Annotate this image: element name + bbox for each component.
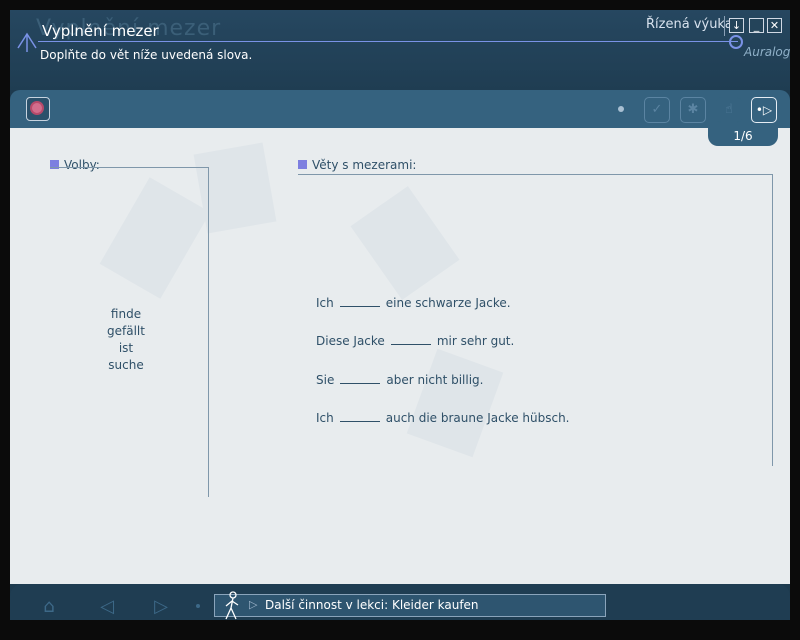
- choice-word[interactable]: gefällt: [70, 323, 182, 340]
- gap-blank[interactable]: [339, 411, 380, 422]
- gap-sentence: Sie aber nicht billig.: [316, 373, 484, 387]
- hint-icon[interactable]: ☝: [716, 97, 742, 123]
- page-title: Vyplnění mezer: [42, 22, 159, 40]
- record-icon: [30, 101, 44, 115]
- divider: [50, 167, 208, 168]
- choice-word[interactable]: suche: [70, 357, 182, 374]
- choices-list: finde gefällt ist suche: [70, 306, 182, 374]
- download-button[interactable]: ↓: [729, 18, 744, 33]
- play-next-icon[interactable]: •▷: [751, 97, 777, 123]
- sentence-start: Ich: [316, 411, 334, 425]
- brand-logo: Auralog: [744, 45, 791, 59]
- choices-label: Volby:: [50, 158, 100, 172]
- divider: [298, 174, 773, 175]
- play-icon: ▷: [249, 598, 258, 611]
- background-watermark: [350, 186, 460, 300]
- status-dot: [196, 604, 200, 608]
- page-indicator: 1/6: [708, 128, 778, 146]
- header-bar: Vyplnění mezer Vyplnění mezer Doplňte do…: [10, 10, 790, 90]
- sentence-start: Diese Jacke: [316, 334, 385, 348]
- progress-knob-icon: [729, 35, 743, 49]
- sentences-label-text: Věty s mezerami:: [312, 158, 417, 172]
- square-bullet-icon: [298, 160, 307, 169]
- header-divider: [38, 41, 738, 42]
- sentence-end: eine schwarze Jacke.: [385, 296, 511, 310]
- minimize-button[interactable]: _: [749, 18, 764, 33]
- gap-sentence: Ich eine schwarze Jacke.: [316, 296, 511, 310]
- check-icon[interactable]: ✓: [644, 97, 670, 123]
- instruction-text: Doplňte do vět níže uvedená slova.: [40, 48, 253, 62]
- gap-sentence: Diese Jacke mir sehr gut.: [316, 334, 514, 348]
- sentences-label: Věty s mezerami:: [298, 158, 416, 172]
- home-icon[interactable]: ⌂: [34, 592, 64, 622]
- sentence-end: auch die braune Jacke hübsch.: [385, 411, 570, 425]
- choices-label-text: Volby:: [64, 158, 100, 172]
- up-arrow-icon: [17, 32, 37, 52]
- gap-sentence: Ich auch die braune Jacke hübsch.: [316, 411, 570, 425]
- background-watermark: [193, 142, 277, 234]
- sentence-start: Ich: [316, 296, 334, 310]
- gap-blank[interactable]: [340, 373, 381, 384]
- gap-blank[interactable]: [390, 334, 431, 345]
- lightbulb-icon[interactable]: ✱: [680, 97, 706, 123]
- mode-label[interactable]: Řízená výuka: [646, 17, 733, 32]
- status-dot: [618, 106, 624, 112]
- gap-blank[interactable]: [339, 296, 380, 307]
- close-button[interactable]: ✕: [767, 18, 782, 33]
- choice-word[interactable]: finde: [70, 306, 182, 323]
- next-activity-label: Další činnost v lekci: Kleider kaufen: [265, 598, 479, 612]
- choice-word[interactable]: ist: [70, 340, 182, 357]
- app-window: Vyplnění mezer Vyplnění mezer Doplňte do…: [10, 10, 790, 630]
- header-separator: [724, 16, 725, 36]
- back-icon[interactable]: ◁: [92, 592, 122, 622]
- next-activity-button[interactable]: ▷ Další činnost v lekci: Kleider kaufen: [214, 591, 606, 620]
- sentence-start: Sie: [316, 373, 335, 387]
- sentence-end: mir sehr gut.: [436, 334, 515, 348]
- toolbar: ✓ ✱ ☝ •▷: [10, 90, 790, 128]
- walking-person-icon: [225, 591, 239, 620]
- background-watermark: [406, 348, 504, 458]
- record-button[interactable]: [26, 97, 50, 121]
- divider: [208, 167, 209, 497]
- exercise-area: 1/6 Volby: finde gefällt ist suche Věty …: [10, 128, 790, 584]
- bottom-edge: [0, 620, 800, 640]
- divider: [772, 174, 773, 466]
- forward-icon[interactable]: ▷: [146, 592, 176, 622]
- background-watermark: [99, 177, 211, 299]
- sentence-end: aber nicht billig.: [386, 373, 484, 387]
